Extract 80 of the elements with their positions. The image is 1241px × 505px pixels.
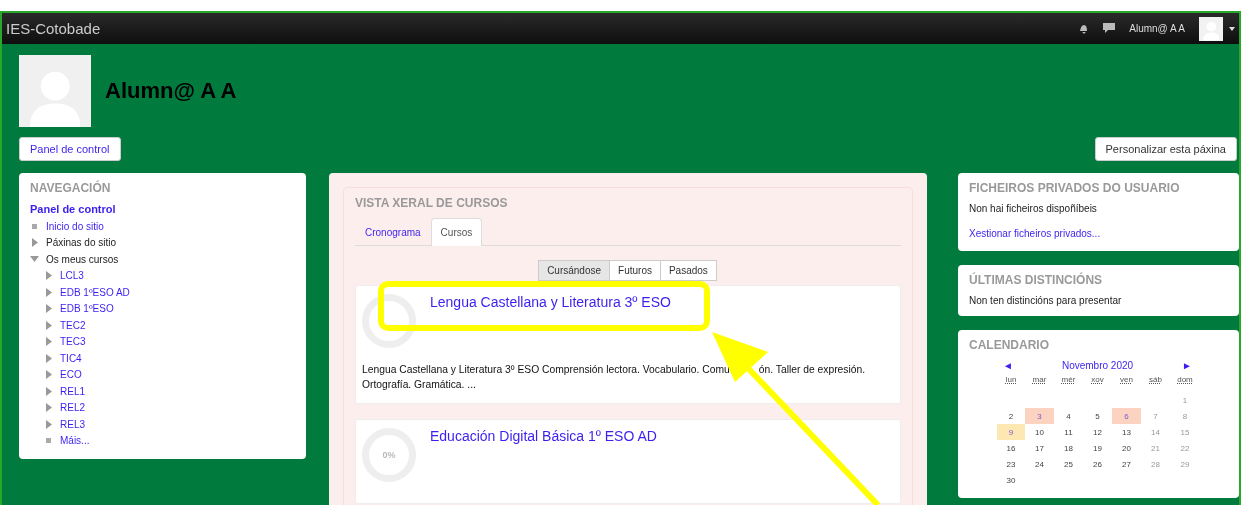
calendar-day[interactable]: 2: [997, 408, 1025, 424]
calendar-day[interactable]: 12: [1083, 424, 1112, 440]
calendar-day[interactable]: 10: [1025, 424, 1054, 440]
calendar-day[interactable]: 3: [1025, 408, 1054, 424]
calendar-day[interactable]: 5: [1083, 408, 1112, 424]
calendar-day[interactable]: 20: [1112, 440, 1141, 456]
manage-files-link[interactable]: Xestionar ficheiros privados...: [969, 228, 1101, 239]
weekday-label: ven: [1119, 374, 1134, 386]
weekday-label: mér: [1060, 374, 1077, 386]
nav-link[interactable]: REL1: [60, 385, 85, 397]
weekday-label: dom: [1176, 374, 1194, 386]
avatar-silhouette-icon: [1202, 20, 1220, 41]
nav-link[interactable]: TIC4: [60, 352, 82, 364]
customize-page-button[interactable]: Personalizar esta páxina: [1094, 137, 1237, 161]
bell-icon[interactable]: [1078, 23, 1090, 34]
nav-link[interactable]: TEC3: [60, 336, 86, 348]
block-title: NAVEGACIÓN: [30, 181, 112, 195]
calendar-day[interactable]: 25: [1054, 456, 1083, 472]
calendar-day[interactable]: 19: [1083, 440, 1112, 456]
course-link[interactable]: Lengua Castellana y Literatura 3º ESO: [430, 294, 671, 348]
nav-link[interactable]: Inicio do sitio: [46, 220, 104, 232]
nav-link[interactable]: REL2: [60, 402, 85, 414]
course-summary: Lengua Castellana y Literatura 3º ESO Comprensión lectora. Vocabulario. Comu: [362, 364, 730, 375]
block-title: VISTA XERAL DE CURSOS: [355, 196, 509, 210]
user-name[interactable]: Alumn@ A A: [1129, 23, 1185, 34]
user-heading: Alumn@ A A: [105, 78, 237, 104]
calendar-day[interactable]: 27: [1112, 456, 1141, 472]
weekday-label: sáb: [1148, 374, 1163, 386]
previous-month-link[interactable]: ◄: [1003, 360, 1013, 371]
bullet-icon: [32, 223, 37, 229]
block-title: FICHEIROS PRIVADOS DO USUARIO: [969, 181, 1181, 195]
tab[interactable]: Cronograma: [355, 218, 431, 246]
site-name[interactable]: IES-Cotobade: [6, 20, 101, 37]
block-title: CALENDARIO: [969, 338, 1050, 352]
calendar-day[interactable]: 30: [997, 472, 1025, 488]
user-avatar[interactable]: [1199, 16, 1223, 41]
bullet-icon: [46, 438, 51, 444]
nav-link[interactable]: EDB 1ºESO: [60, 303, 114, 315]
progress-percent: 0%: [382, 449, 396, 460]
calendar-day[interactable]: 18: [1054, 440, 1083, 456]
weekday-label: xov: [1090, 374, 1105, 386]
calendar-day[interactable]: 17: [1025, 440, 1054, 456]
block-title: ÚLTIMAS DISTINCIÓNS: [969, 273, 1104, 287]
tab[interactable]: Cursos: [430, 218, 483, 246]
dropdown-caret-icon[interactable]: [1229, 26, 1235, 31]
empty-message: Non ten distincións para presentar: [969, 295, 1123, 306]
caret-down-icon[interactable]: [30, 256, 39, 263]
course-link[interactable]: Educación Digital Básica 1º ESO AD: [430, 427, 657, 482]
nav-link[interactable]: ECO: [60, 369, 82, 381]
nav-link[interactable]: LCL3: [60, 270, 84, 282]
weekday-label: lun: [1004, 374, 1018, 386]
nav-link[interactable]: EDB 1ºESO AD: [60, 286, 130, 298]
calendar-day[interactable]: 11: [1054, 424, 1083, 440]
nav-link[interactable]: REL3: [60, 418, 85, 430]
filter-tab[interactable]: Cursándose: [538, 260, 611, 281]
nav-link[interactable]: Máis...: [60, 435, 90, 447]
nav-label: Páxinas do sitio: [46, 237, 117, 249]
course-summary: ón. Taller de expresión.: [758, 364, 866, 375]
calendar-day[interactable]: 13: [1112, 424, 1141, 440]
calendar-day[interactable]: 16: [997, 440, 1025, 456]
nav-link[interactable]: Panel de control: [30, 203, 295, 215]
course-summary: Ortografía. Gramática. ...: [362, 379, 476, 391]
calendar-day[interactable]: 23: [997, 456, 1025, 472]
calendar-day[interactable]: 26: [1083, 456, 1112, 472]
calendar-day[interactable]: 9: [997, 424, 1025, 440]
filter-tab[interactable]: Futuros: [609, 260, 661, 281]
calendar-day[interactable]: 4: [1054, 408, 1083, 424]
caret-right-icon[interactable]: [31, 238, 38, 248]
calendar-day[interactable]: 6: [1112, 408, 1141, 424]
empty-message: Non hai ficheiros dispoñíbeis: [969, 203, 1098, 214]
next-month-link[interactable]: ►: [1182, 360, 1192, 371]
nav-link[interactable]: TEC2: [60, 319, 86, 331]
weekday-label: mar: [1031, 374, 1048, 386]
progress-ring: [362, 294, 416, 348]
nav-label: Os meus cursos: [46, 253, 119, 265]
chat-icon[interactable]: [1103, 23, 1116, 34]
month-title[interactable]: Novembro 2020: [1061, 360, 1134, 371]
dashboard-button[interactable]: Panel de control: [19, 137, 121, 161]
filter-tab[interactable]: Pasados: [659, 260, 717, 281]
calendar-day[interactable]: 24: [1025, 456, 1054, 472]
